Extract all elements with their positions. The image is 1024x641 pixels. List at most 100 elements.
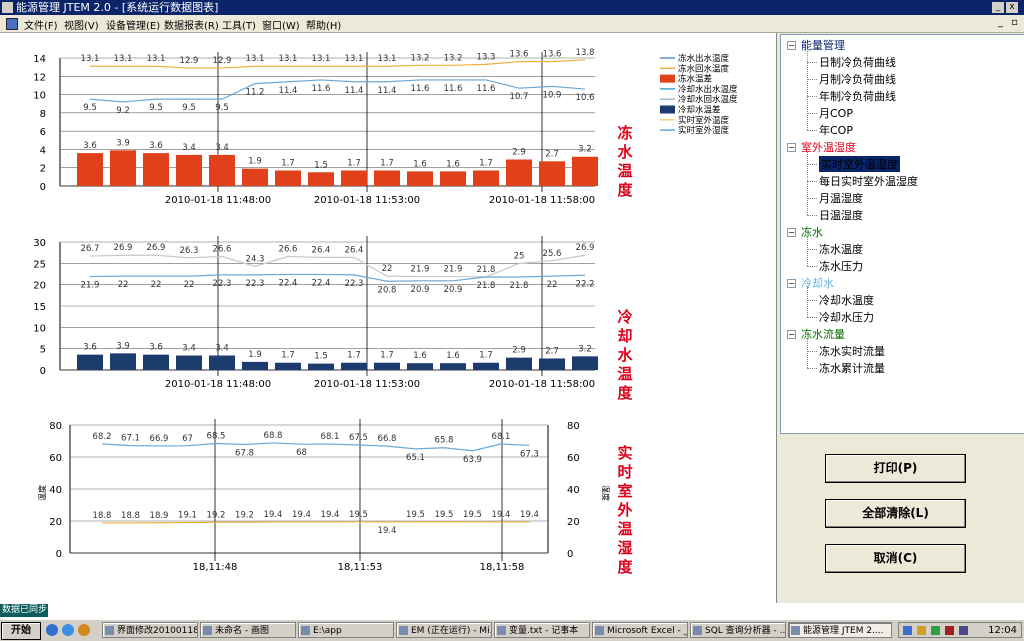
close-button[interactable]: x bbox=[1006, 2, 1018, 13]
data-label: 68.5 bbox=[207, 431, 226, 441]
window-titlebar[interactable]: 能源管理 JTEM 2.0 - [系统运行数据图表] _ x bbox=[0, 0, 1024, 15]
data-label: 26.6 bbox=[213, 245, 232, 255]
collapse-icon[interactable]: − bbox=[787, 143, 796, 152]
data-label: 11.4 bbox=[279, 86, 298, 96]
collapse-icon[interactable]: − bbox=[787, 330, 796, 339]
data-label: 13.1 bbox=[345, 54, 364, 64]
data-label: 24.3 bbox=[246, 254, 265, 264]
mdi-restore-icon[interactable]: ▫ bbox=[1008, 16, 1021, 29]
nav-tree[interactable]: − 能量管理 日制冷负荷曲线 月制冷负荷曲线 年制冷负荷曲线 月COP 年COP − 室外温湿度… bbox=[780, 34, 1024, 434]
data-label: 1.6 bbox=[413, 351, 427, 361]
bar bbox=[440, 363, 466, 370]
tree-item[interactable]: 冻水温度 bbox=[819, 241, 863, 257]
tree-item[interactable]: 冷却水温度 bbox=[819, 292, 874, 308]
data-label: 66.8 bbox=[378, 434, 397, 444]
cancel-button[interactable]: 取消(C) bbox=[825, 544, 966, 573]
taskbar-item[interactable]: EM (正在运行) - Mi... bbox=[396, 622, 492, 638]
taskbar-item[interactable]: SQL 查询分析器 - ... bbox=[690, 622, 786, 638]
menu-window[interactable]: 窗口(W) bbox=[262, 17, 300, 32]
task-app-icon bbox=[203, 626, 212, 635]
tree-group-1[interactable]: 室外温湿度 bbox=[801, 139, 856, 155]
tree-item[interactable]: 实时室外温湿度 bbox=[819, 156, 900, 172]
data-label: 1.5 bbox=[314, 160, 328, 170]
tree-connector bbox=[807, 215, 817, 216]
tree-item[interactable]: 月COP bbox=[819, 105, 853, 121]
volume-icon[interactable] bbox=[945, 626, 954, 635]
mdi-doc-icon[interactable] bbox=[6, 18, 18, 30]
chart-title-char: 冷 bbox=[617, 308, 632, 326]
tree-connector bbox=[807, 181, 817, 182]
tree-item[interactable]: 年COP bbox=[819, 122, 853, 138]
clear-all-button[interactable]: 全部清除(L) bbox=[825, 499, 966, 528]
desktop-icon[interactable] bbox=[46, 624, 58, 636]
tree-item[interactable]: 月温湿度 bbox=[819, 190, 863, 206]
data-label: 3.6 bbox=[83, 141, 97, 151]
data-label: 22.3 bbox=[246, 279, 265, 289]
x-tick-label: 2010-01-18 11:53:00 bbox=[314, 379, 420, 390]
chart-title-char: 度 bbox=[617, 558, 633, 576]
taskbar-item[interactable]: 能源管理 JTEM 2.... bbox=[788, 622, 892, 638]
data-label: 1.5 bbox=[314, 352, 328, 362]
print-button[interactable]: 打印(P) bbox=[825, 454, 966, 483]
taskbar-item[interactable]: 界面修改20100118... bbox=[102, 622, 198, 638]
tree-item[interactable]: 冻水压力 bbox=[819, 258, 863, 274]
data-label: 67.5 bbox=[349, 433, 368, 443]
x-tick-label: 2010-01-18 11:48:00 bbox=[165, 195, 271, 206]
minimize-button[interactable]: _ bbox=[992, 2, 1004, 13]
tree-item[interactable]: 日制冷负荷曲线 bbox=[819, 54, 896, 70]
tree-item[interactable]: 冷却水压力 bbox=[819, 309, 874, 325]
tree-item[interactable]: 月制冷负荷曲线 bbox=[819, 71, 896, 87]
ie-icon[interactable] bbox=[62, 624, 74, 636]
bar bbox=[539, 358, 565, 370]
collapse-icon[interactable]: − bbox=[787, 279, 796, 288]
data-label: 65.1 bbox=[406, 453, 425, 463]
taskbar-item[interactable]: 变量.txt - 记事本 bbox=[494, 622, 590, 638]
start-button[interactable]: 开始 bbox=[1, 622, 41, 640]
data-label: 19.5 bbox=[406, 510, 425, 520]
menu-report[interactable]: 数据报表(R) bbox=[164, 17, 219, 32]
ime-icon[interactable] bbox=[917, 626, 926, 635]
menu-tools[interactable]: 工具(T) bbox=[222, 17, 256, 32]
data-label: 1.7 bbox=[479, 158, 493, 168]
data-label: 3.4 bbox=[215, 143, 229, 153]
data-label: 13.1 bbox=[81, 54, 100, 64]
menu-device[interactable]: 设备管理(E) bbox=[106, 17, 160, 32]
security-icon[interactable] bbox=[931, 626, 940, 635]
data-label: 11.6 bbox=[444, 84, 463, 94]
menu-file[interactable]: 文件(F) bbox=[24, 17, 58, 32]
bar bbox=[506, 159, 532, 186]
chart-title-char: 度 bbox=[617, 181, 633, 199]
collapse-icon[interactable]: − bbox=[787, 41, 796, 50]
data-label: 26.4 bbox=[345, 245, 364, 255]
media-icon[interactable] bbox=[78, 624, 90, 636]
legend-swatch bbox=[660, 105, 675, 114]
tree-connector bbox=[807, 62, 817, 63]
y-tick-label-left: 20 bbox=[49, 517, 62, 528]
mdi-minimize-icon[interactable]: _ bbox=[994, 16, 1007, 29]
y-tick-label: 10 bbox=[33, 323, 46, 334]
chart-title-char: 水 bbox=[617, 346, 633, 364]
menu-view[interactable]: 视图(V) bbox=[64, 17, 99, 32]
tree-item[interactable]: 每日实时室外温湿度 bbox=[819, 173, 918, 189]
data-label: 67.1 bbox=[121, 434, 140, 444]
tree-item[interactable]: 冻水实时流量 bbox=[819, 343, 885, 359]
tree-item[interactable]: 年制冷负荷曲线 bbox=[819, 88, 896, 104]
collapse-icon[interactable]: − bbox=[787, 228, 796, 237]
tree-item[interactable]: 冻水累计流量 bbox=[819, 360, 885, 376]
chart-title-char: 室 bbox=[617, 482, 632, 500]
network-icon[interactable] bbox=[903, 626, 912, 635]
data-label: 20.8 bbox=[378, 285, 397, 295]
menu-help[interactable]: 帮助(H) bbox=[306, 17, 341, 32]
y-tick-label: 12 bbox=[33, 72, 46, 83]
taskbar-item[interactable]: 未命名 - 画图 bbox=[200, 622, 296, 638]
tree-group-2[interactable]: 冻水 bbox=[801, 224, 823, 240]
taskbar-item[interactable]: E:\app bbox=[298, 622, 394, 638]
tree-item[interactable]: 日温湿度 bbox=[819, 207, 863, 223]
y-tick-label-left: 60 bbox=[49, 453, 62, 464]
power-icon[interactable] bbox=[959, 626, 968, 635]
tree-group-3[interactable]: 冷却水 bbox=[801, 275, 834, 291]
data-label: 68.2 bbox=[93, 432, 112, 442]
legend-label: 冷却水回水温度 bbox=[678, 94, 738, 105]
bar bbox=[506, 357, 532, 370]
taskbar-item[interactable]: Microsoft Excel - _G... bbox=[592, 622, 688, 638]
